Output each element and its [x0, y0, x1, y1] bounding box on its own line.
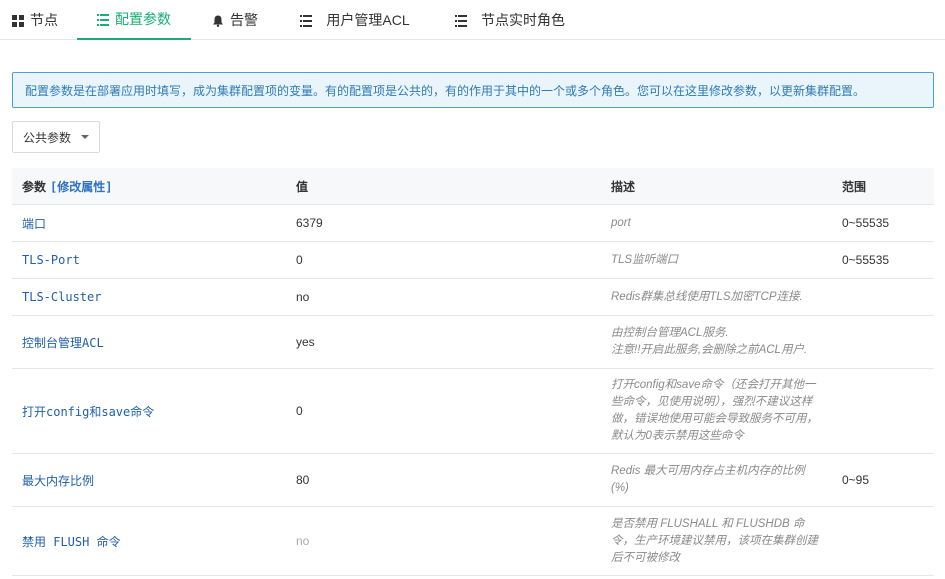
param-value: 6379: [296, 216, 323, 230]
alert-text: 配置参数是在部署应用时填写，成为集群配置项的变量。有的配置项是公共的，有的作用于…: [25, 83, 866, 98]
param-range: 0~55535: [842, 253, 890, 267]
param-desc-line1: 由控制台管理ACL服务.: [611, 327, 729, 339]
tab-label: 节点实时角色: [481, 12, 565, 28]
param-desc: 是否禁用 FLUSHALL 和 FLUSHDB 命令，生产环境建议禁用，该项在集…: [611, 517, 818, 564]
param-desc-line2: 注意!!开启此服务,会删除之前ACL用户.: [611, 344, 808, 356]
nav-tabs: 节点 配置参数 告警 用户管理ACL 节点实时角色: [0, 0, 945, 40]
param-link[interactable]: 禁用 FLUSH 命令: [22, 533, 121, 550]
param-link[interactable]: 打开config和save命令: [22, 403, 154, 420]
table-header: 参数 [修改属性] 值 描述 范围: [12, 168, 934, 205]
select-value: 公共参数: [23, 130, 72, 145]
tab-user-acl[interactable]: 用户管理ACL: [285, 0, 425, 40]
tab-label: 用户管理ACL: [326, 12, 410, 28]
param-link[interactable]: 端口: [22, 215, 46, 232]
table-row: 控制台管理ACL yes 由控制台管理ACL服务. 注意!!开启此服务,会删除之…: [12, 316, 934, 369]
param-desc: 打开config和save命令（还会打开其他一些命令，见使用说明），强烈不建议这…: [611, 379, 818, 442]
table-row: 打开config和save命令 0 打开config和save命令（还会打开其他…: [12, 369, 934, 454]
table-row: TLS-Cluster no Redis群集总线使用TLS加密TCP连接.: [12, 279, 934, 316]
table-row: TLS-Port 0 TLS监听端口 0~55535: [12, 242, 934, 279]
param-value: no: [296, 534, 310, 548]
header-desc: 描述: [611, 179, 636, 194]
param-link[interactable]: 最大内存比例: [22, 472, 94, 489]
list-icon: [300, 14, 313, 27]
caret-down-icon: [81, 135, 89, 139]
tab-label: 告警: [230, 12, 258, 28]
tab-nodes[interactable]: 节点: [0, 0, 70, 40]
tab-config-params[interactable]: 配置参数: [77, 0, 191, 40]
tab-label: 节点: [30, 12, 58, 28]
param-link[interactable]: TLS-Cluster: [22, 290, 101, 304]
table-row: 最大内存比例 80 Redis 最大可用内存占主机内存的比例(%) 0~95: [12, 454, 934, 507]
header-value: 值: [296, 179, 309, 194]
header-param-label: 参数: [22, 179, 47, 194]
param-range: 0~55535: [842, 216, 890, 230]
list-icon: [97, 13, 109, 26]
param-link[interactable]: TLS-Port: [22, 253, 80, 267]
param-value: 0: [296, 253, 303, 267]
param-value: no: [296, 290, 310, 304]
param-desc: Redis 最大可用内存占主机内存的比例(%): [611, 465, 805, 494]
param-value: 80: [296, 473, 310, 487]
bell-icon: [212, 14, 224, 27]
table-row: 禁用 FLUSH 命令 no 是否禁用 FLUSHALL 和 FLUSHDB 命…: [12, 507, 934, 576]
param-desc: port: [611, 216, 631, 229]
tab-node-roles[interactable]: 节点实时角色: [440, 0, 580, 40]
edit-attributes-link[interactable]: [修改属性]: [50, 178, 112, 195]
param-value: 0: [296, 404, 303, 418]
list-icon: [455, 14, 467, 27]
param-group-select[interactable]: 公共参数: [12, 121, 100, 153]
grid-icon: [12, 14, 24, 27]
info-alert: 配置参数是在部署应用时填写，成为集群配置项的变量。有的配置项是公共的，有的作用于…: [12, 72, 934, 108]
param-range: 0~95: [842, 473, 870, 487]
header-range: 范围: [842, 179, 867, 194]
param-desc: Redis群集总线使用TLS加密TCP连接.: [611, 290, 803, 303]
tab-label: 配置参数: [115, 11, 171, 27]
tab-alerts[interactable]: 告警: [200, 0, 270, 40]
table-row: 端口 6379 port 0~55535: [12, 205, 934, 242]
param-link[interactable]: 控制台管理ACL: [22, 334, 104, 351]
param-desc: TLS监听端口: [611, 253, 679, 266]
header-param: 参数 [修改属性]: [22, 168, 282, 204]
param-value: yes: [296, 335, 315, 349]
params-table: 参数 [修改属性] 值 描述 范围 端口 6379 port 0~55535 T…: [12, 168, 934, 576]
